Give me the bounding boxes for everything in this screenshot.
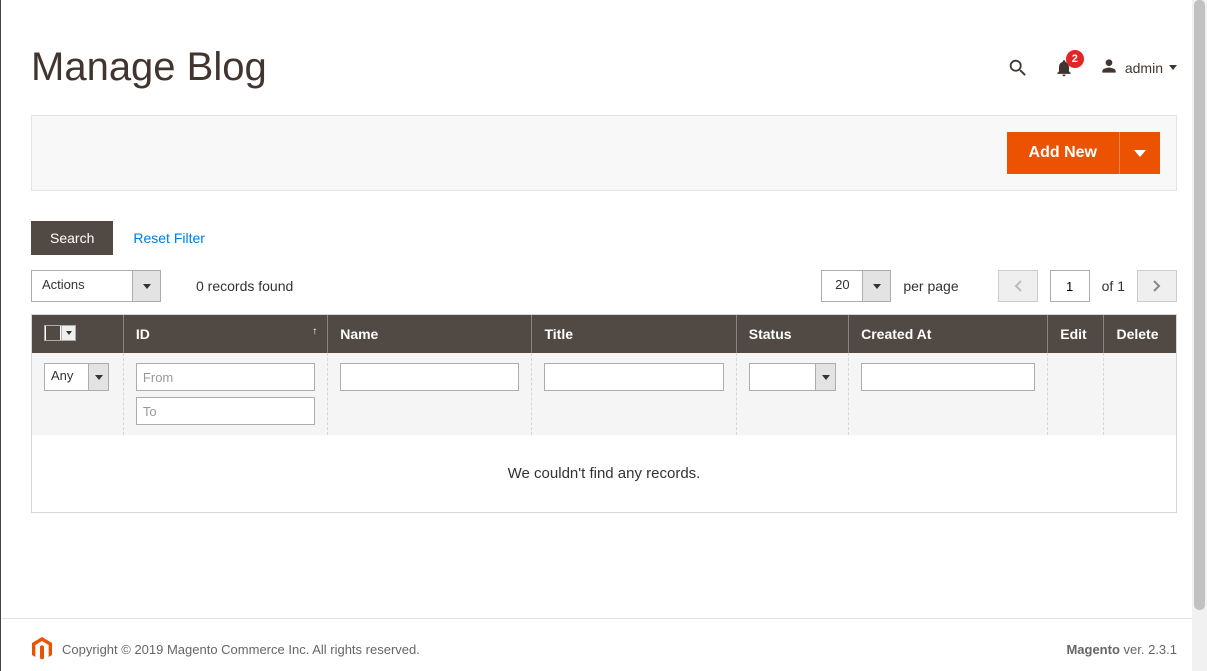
footer-right: Magento ver. 2.3.1 xyxy=(1066,642,1177,657)
per-page-select[interactable]: 20 xyxy=(821,270,891,302)
col-header-id[interactable]: ID ↑ xyxy=(124,315,328,353)
chevron-down-icon xyxy=(88,364,108,390)
notification-badge: 2 xyxy=(1066,50,1084,68)
footer-version: ver. 2.3.1 xyxy=(1120,642,1177,657)
filter-title[interactable] xyxy=(544,363,723,391)
chevron-right-icon xyxy=(1153,280,1161,292)
user-menu[interactable]: admin xyxy=(1099,56,1177,79)
grid-controls-bottom: Actions 0 records found 20 per page of 1 xyxy=(31,270,1177,302)
scrollbar-thumb[interactable] xyxy=(1194,0,1205,610)
add-new-button[interactable]: Add New xyxy=(1007,132,1119,174)
action-bar: Add New xyxy=(31,115,1177,191)
page-header: Manage Blog 2 admin xyxy=(31,0,1177,115)
grid-controls-top: Search Reset Filter xyxy=(31,221,1177,255)
chevron-down-icon xyxy=(1169,65,1177,70)
chevron-down-icon xyxy=(1134,150,1146,157)
notification-icon[interactable]: 2 xyxy=(1054,58,1074,78)
col-header-select[interactable] xyxy=(32,315,124,353)
reset-filter-link[interactable]: Reset Filter xyxy=(133,230,205,246)
filter-status-select[interactable] xyxy=(749,363,836,391)
footer: Copyright © 2019 Magento Commerce Inc. A… xyxy=(2,618,1207,671)
copyright-text: Copyright © 2019 Magento Commerce Inc. A… xyxy=(62,642,420,657)
col-header-title[interactable]: Title xyxy=(532,315,736,353)
filter-created-at[interactable] xyxy=(861,363,1035,391)
user-icon xyxy=(1099,56,1119,79)
prev-page-button[interactable] xyxy=(998,270,1038,302)
sort-asc-icon: ↑ xyxy=(312,326,317,337)
per-page-value: 20 xyxy=(822,271,862,301)
col-header-created-at[interactable]: Created At xyxy=(849,315,1048,353)
chevron-down-icon xyxy=(132,271,160,301)
filter-id-from[interactable] xyxy=(136,363,315,391)
col-header-delete: Delete xyxy=(1104,315,1176,353)
col-header-name[interactable]: Name xyxy=(328,315,532,353)
footer-brand: Magento xyxy=(1066,642,1119,657)
username-label: admin xyxy=(1125,60,1163,76)
chevron-down-icon xyxy=(862,271,890,301)
filter-row: Any xyxy=(32,353,1176,435)
add-new-dropdown-toggle[interactable] xyxy=(1119,132,1160,174)
header-row: ID ↑ Name Title Status Created At Edit D… xyxy=(32,315,1176,353)
page-title: Manage Blog xyxy=(31,45,267,90)
col-header-status[interactable]: Status xyxy=(737,315,849,353)
magento-logo-icon xyxy=(32,637,52,661)
data-grid: ID ↑ Name Title Status Created At Edit D… xyxy=(31,314,1177,513)
empty-row: We couldn't find any records. xyxy=(32,435,1176,512)
chevron-left-icon xyxy=(1014,280,1022,292)
chevron-down-icon xyxy=(815,364,835,390)
page-input[interactable] xyxy=(1050,270,1090,302)
filter-name[interactable] xyxy=(340,363,519,391)
per-page-label: per page xyxy=(903,278,958,294)
scrollbar[interactable] xyxy=(1192,0,1207,671)
select-all-checkbox[interactable] xyxy=(44,325,76,341)
footer-left: Copyright © 2019 Magento Commerce Inc. A… xyxy=(32,637,420,661)
add-new-button-group: Add New xyxy=(1007,132,1160,174)
actions-select[interactable]: Actions xyxy=(31,270,161,302)
search-button[interactable]: Search xyxy=(31,221,113,255)
actions-select-label: Actions xyxy=(32,271,132,301)
of-pages-label: of 1 xyxy=(1102,278,1125,294)
controls-left: Actions 0 records found xyxy=(31,270,293,302)
empty-message: We couldn't find any records. xyxy=(32,435,1176,512)
header-actions: 2 admin xyxy=(1007,56,1177,79)
records-found-label: 0 records found xyxy=(196,278,293,294)
chevron-down-icon xyxy=(61,326,75,340)
search-icon[interactable] xyxy=(1007,57,1029,79)
filter-any-select[interactable]: Any xyxy=(44,363,109,391)
next-page-button[interactable] xyxy=(1137,270,1177,302)
controls-right: 20 per page of 1 xyxy=(821,270,1177,302)
filter-id-to[interactable] xyxy=(136,397,315,425)
col-header-edit: Edit xyxy=(1048,315,1104,353)
